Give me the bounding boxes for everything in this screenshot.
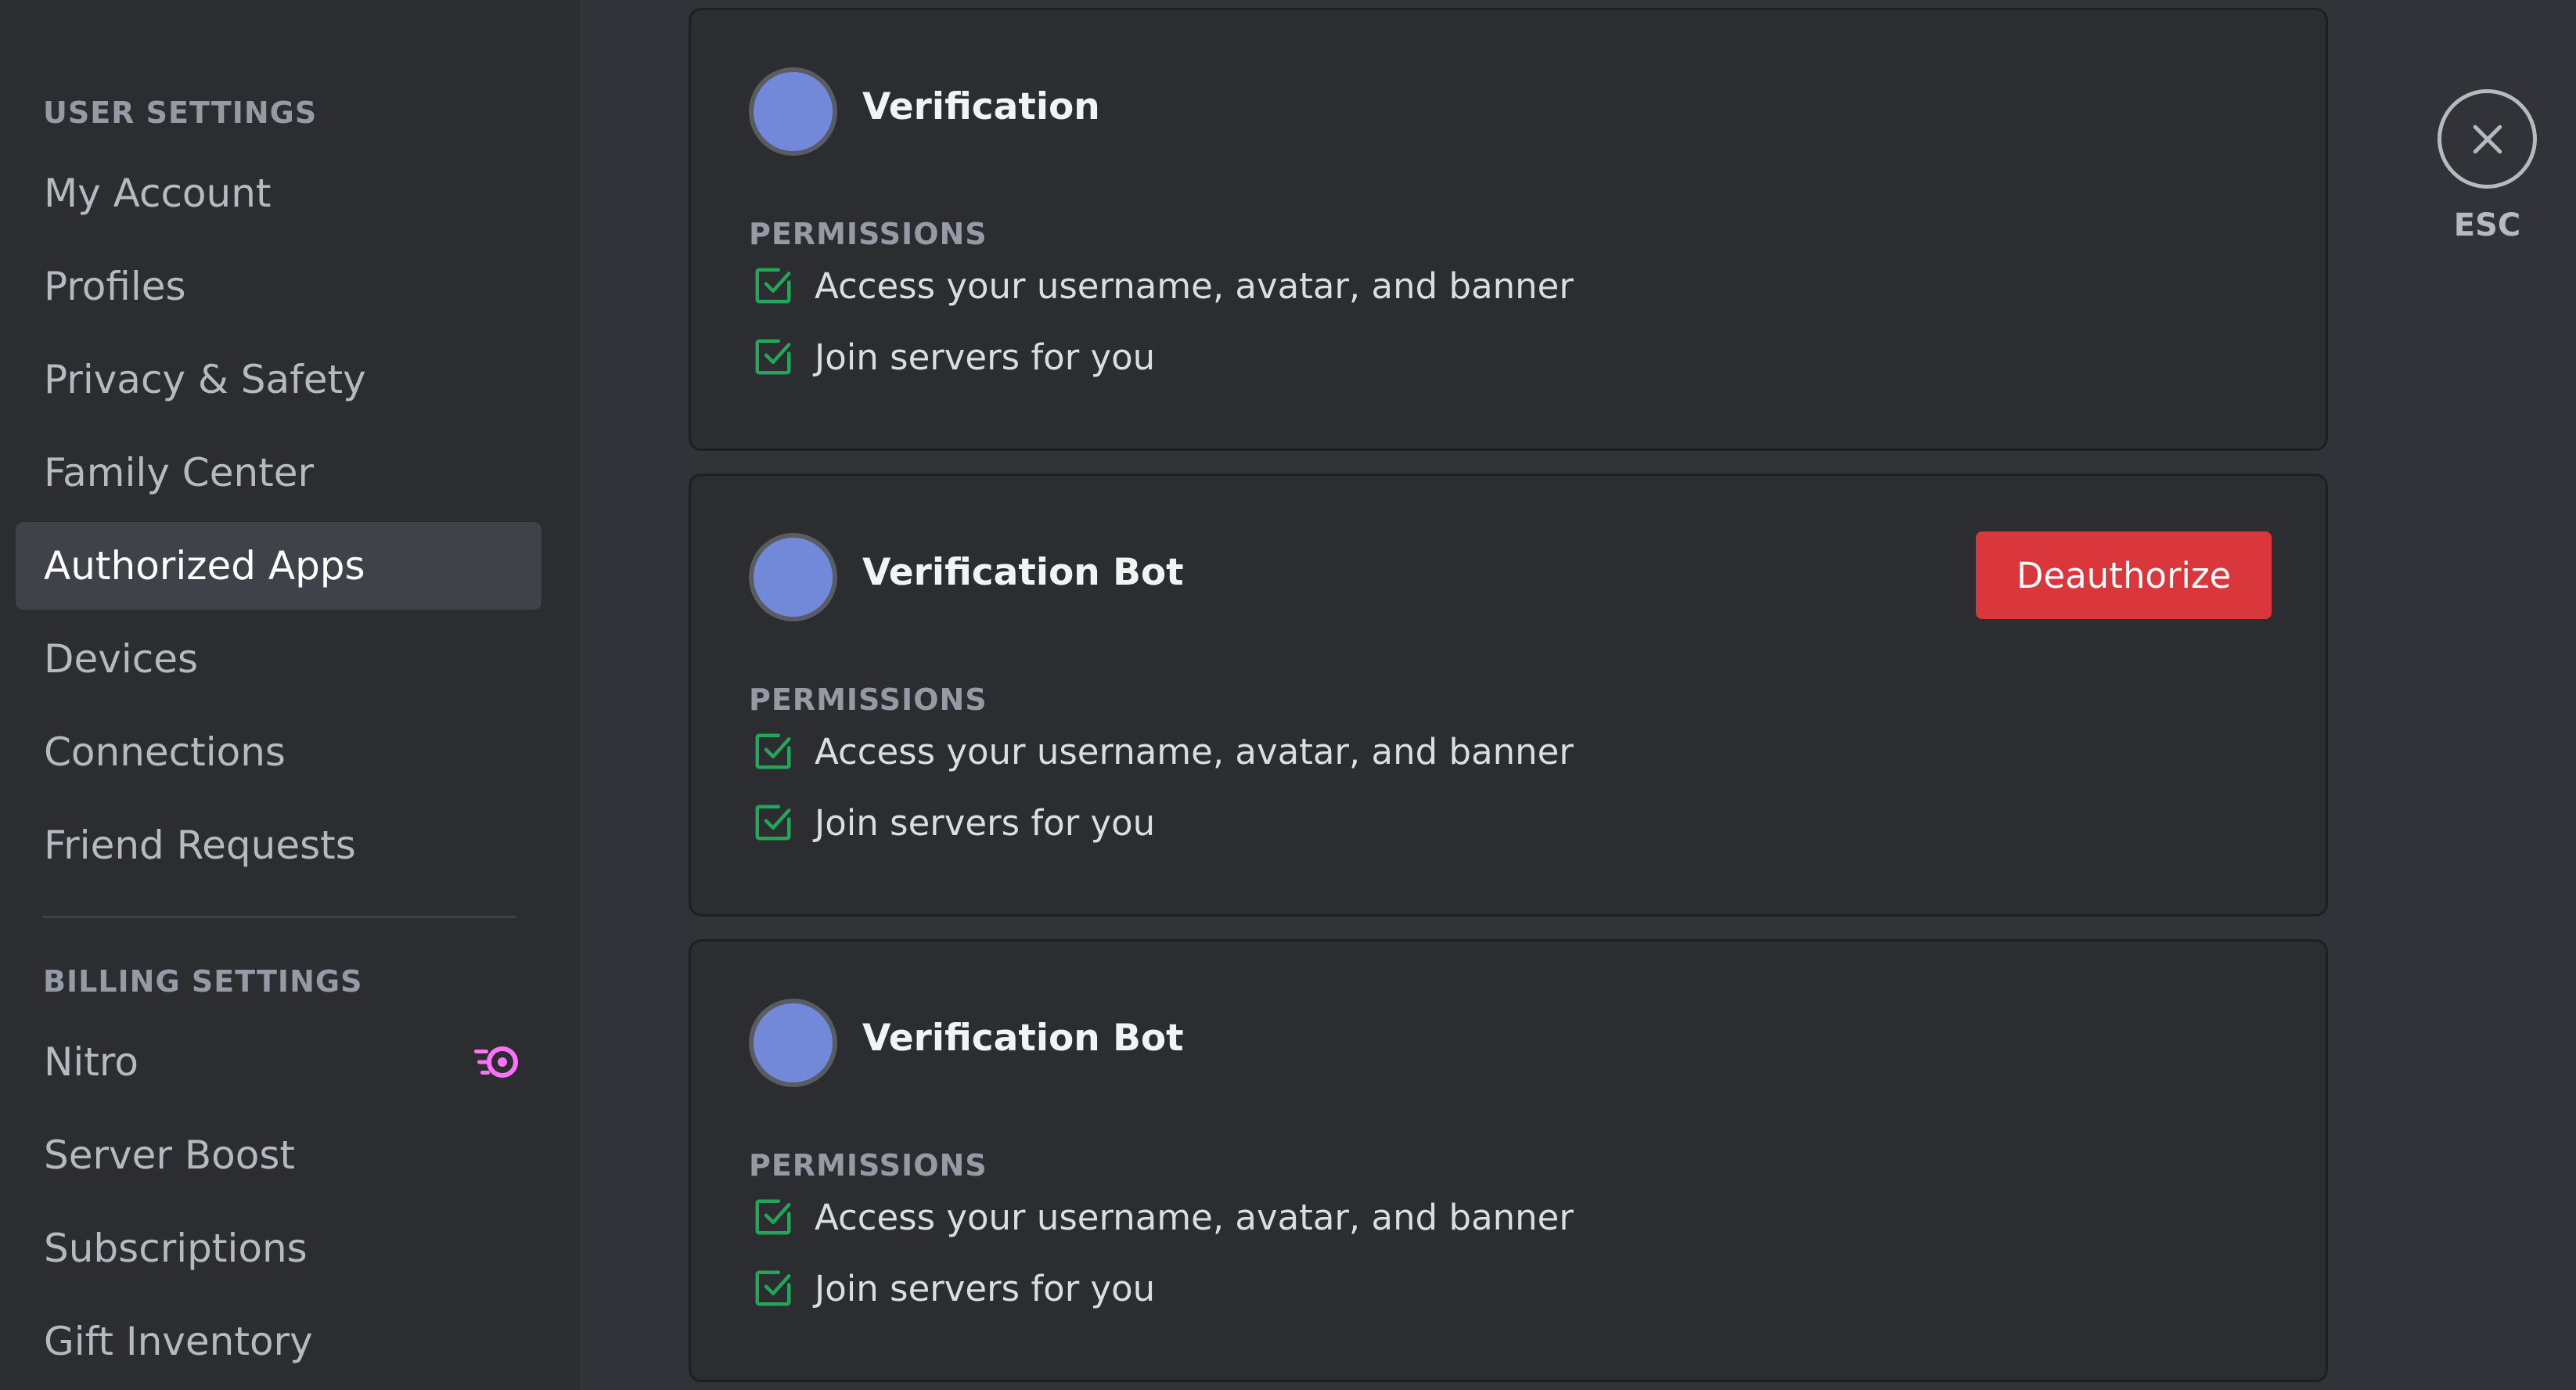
sidebar-item-family-center[interactable]: Family Center — [16, 429, 541, 517]
app-avatar — [749, 999, 837, 1087]
sidebar-item-label: Connections — [44, 729, 286, 775]
permissions-header: PERMISSIONS — [749, 1148, 988, 1183]
user-settings-header: USER SETTINGS — [43, 95, 318, 130]
sidebar-item-my-account[interactable]: My Account — [16, 149, 541, 237]
esc-label: ESC — [2453, 207, 2521, 243]
permission-item: Access your username, avatar, and banner — [752, 728, 1574, 775]
permission-text: Join servers for you — [815, 1267, 1156, 1309]
checkbox-checked-icon — [755, 805, 791, 841]
sidebar-item-server-boost[interactable]: Server Boost — [16, 1111, 541, 1199]
permissions-header: PERMISSIONS — [749, 217, 988, 251]
sidebar-item-gift-inventory[interactable]: Gift Inventory — [16, 1298, 541, 1385]
sidebar-item-label: My Account — [44, 171, 272, 216]
sidebar-divider — [43, 916, 516, 918]
checkbox-checked-icon — [755, 268, 791, 304]
close-button[interactable] — [2437, 89, 2537, 189]
permission-text: Access your username, avatar, and banner — [815, 1196, 1574, 1238]
sidebar-item-connections[interactable]: Connections — [16, 708, 541, 796]
checkbox-checked-icon — [755, 1199, 791, 1235]
sidebar-item-privacy-safety[interactable]: Privacy & Safety — [16, 336, 541, 423]
checkbox-checked-icon — [755, 1270, 791, 1306]
checkbox-checked-icon — [755, 339, 791, 375]
permission-text: Access your username, avatar, and banner — [815, 730, 1574, 772]
app-name: Verification Bot — [862, 551, 1184, 594]
permission-text: Join servers for you — [815, 336, 1156, 378]
nitro-icon — [474, 1046, 518, 1078]
permission-item: Access your username, avatar, and banner — [752, 1194, 1574, 1241]
sidebar-item-label: Devices — [44, 636, 199, 682]
sidebar-item-label: Privacy & Safety — [44, 357, 366, 402]
sidebar-item-friend-requests[interactable]: Friend Requests — [16, 801, 541, 889]
sidebar-item-label: Gift Inventory — [44, 1319, 313, 1364]
deauthorize-button[interactable]: Deauthorize — [1976, 531, 2272, 619]
billing-settings-header: BILLING SETTINGS — [43, 964, 363, 999]
app-avatar — [749, 533, 837, 621]
authorized-app-card: Verification Bot Deauthorize PERMISSIONS… — [689, 474, 2328, 916]
settings-sidebar: USER SETTINGS My Account Profiles Privac… — [0, 0, 580, 1390]
permission-item: Access your username, avatar, and banner — [752, 262, 1574, 309]
sidebar-item-label: Family Center — [44, 450, 315, 495]
authorized-app-card: Verification PERMISSIONS Access your use… — [689, 8, 2328, 451]
permission-text: Join servers for you — [815, 801, 1156, 844]
sidebar-item-subscriptions[interactable]: Subscriptions — [16, 1205, 541, 1292]
app-avatar — [749, 67, 837, 156]
sidebar-item-label: Profiles — [44, 264, 186, 309]
sidebar-item-authorized-apps[interactable]: Authorized Apps — [16, 522, 541, 610]
permissions-header: PERMISSIONS — [749, 682, 988, 717]
close-icon — [2473, 124, 2502, 153]
permission-text: Access your username, avatar, and banner — [815, 265, 1574, 307]
sidebar-item-label: Authorized Apps — [44, 543, 365, 589]
sidebar-item-label: Nitro — [44, 1039, 139, 1085]
sidebar-item-label: Friend Requests — [44, 823, 356, 868]
permission-item: Join servers for you — [752, 799, 1155, 846]
sidebar-item-label: Server Boost — [44, 1133, 295, 1178]
app-name: Verification — [862, 85, 1100, 128]
sidebar-item-label: Subscriptions — [44, 1226, 308, 1271]
permission-item: Join servers for you — [752, 333, 1155, 380]
app-name: Verification Bot — [862, 1017, 1184, 1060]
permission-item: Join servers for you — [752, 1265, 1155, 1312]
authorized-app-card: Verification Bot PERMISSIONS Access your… — [689, 939, 2328, 1382]
sidebar-item-devices[interactable]: Devices — [16, 615, 541, 703]
checkbox-checked-icon — [755, 733, 791, 769]
sidebar-item-profiles[interactable]: Profiles — [16, 243, 541, 330]
sidebar-item-nitro[interactable]: Nitro — [16, 1018, 541, 1106]
